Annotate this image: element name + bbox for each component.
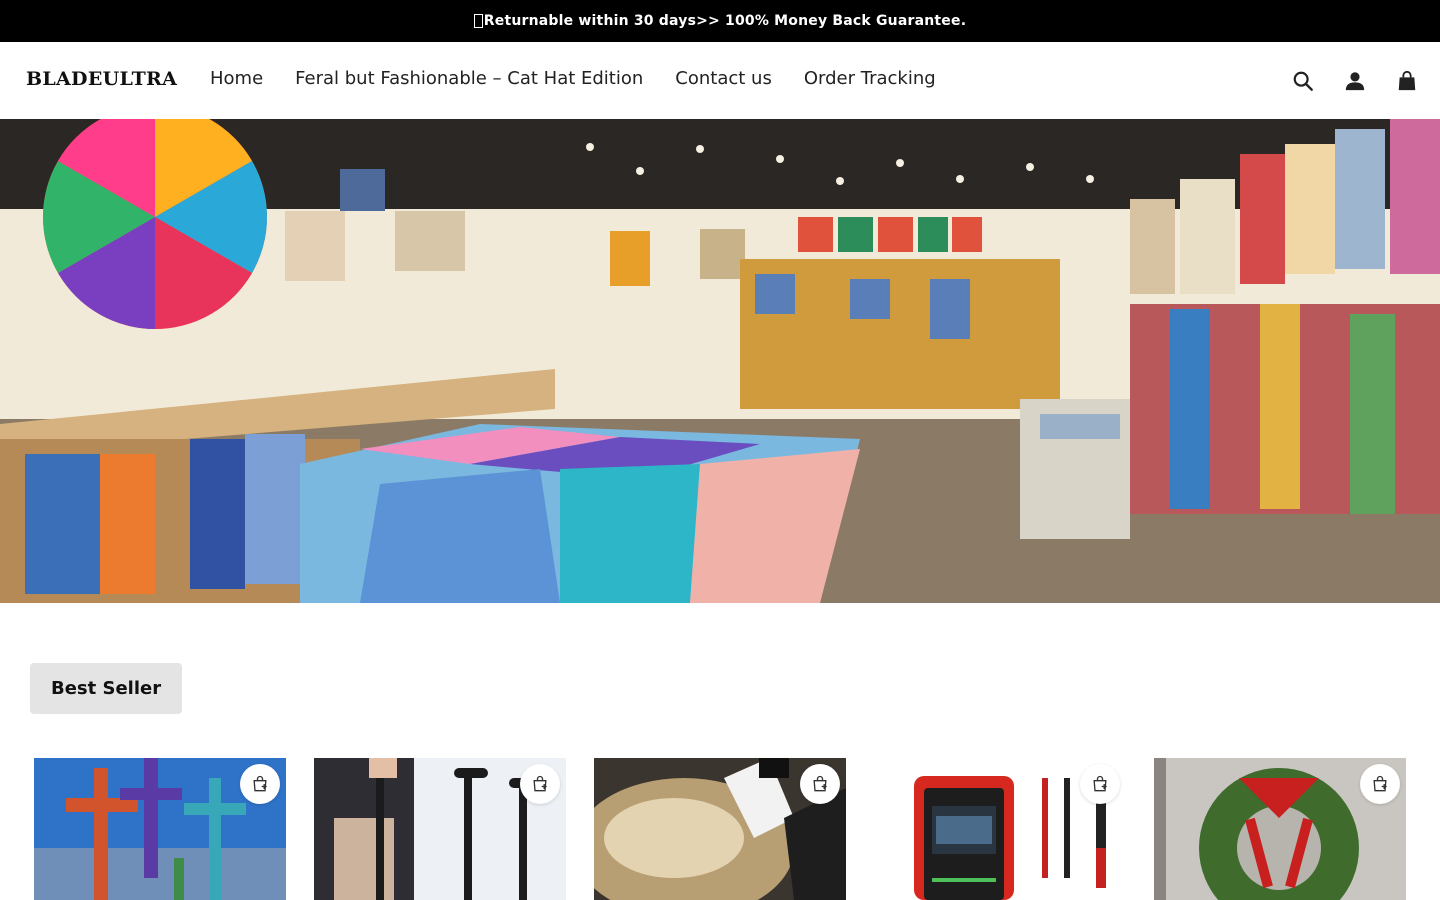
add-to-cart-icon xyxy=(253,775,267,792)
account-icon[interactable] xyxy=(1344,70,1366,92)
add-to-cart-button[interactable] xyxy=(240,764,280,804)
main-navigation: Home Feral but Fashionable – Cat Hat Edi… xyxy=(210,68,936,89)
product-card[interactable] xyxy=(874,758,1126,900)
product-card[interactable] xyxy=(314,758,566,900)
nav-cat-hat-edition[interactable]: Feral but Fashionable – Cat Hat Edition xyxy=(295,68,643,89)
site-logo[interactable]: BLADEULTRA xyxy=(26,68,177,90)
best-seller-grid xyxy=(34,758,1406,900)
shopping-bag-icon[interactable] xyxy=(1396,70,1418,92)
site-header: BLADEULTRA Home Feral but Fashionable – … xyxy=(0,42,1440,119)
emoji-glyph-icon xyxy=(473,14,483,28)
product-card[interactable] xyxy=(594,758,846,900)
announcement-bar: Returnable within 30 days>> 100% Money B… xyxy=(0,0,1440,42)
product-card[interactable] xyxy=(1154,758,1406,900)
product-card[interactable] xyxy=(34,758,286,900)
hero-quilt-shop-image xyxy=(0,119,1440,603)
nav-order-tracking[interactable]: Order Tracking xyxy=(804,68,936,89)
add-to-cart-icon xyxy=(533,775,547,792)
add-to-cart-button[interactable] xyxy=(1080,764,1120,804)
nav-home[interactable]: Home xyxy=(210,68,263,89)
add-to-cart-icon xyxy=(813,775,827,792)
nav-contact-us[interactable]: Contact us xyxy=(675,68,772,89)
hero-banner[interactable] xyxy=(0,119,1440,603)
add-to-cart-icon xyxy=(1093,775,1107,792)
search-icon[interactable] xyxy=(1292,70,1314,92)
header-actions xyxy=(1292,70,1418,92)
best-seller-heading: Best Seller xyxy=(30,663,183,714)
add-to-cart-icon xyxy=(1373,775,1387,792)
announcement-text: Returnable within 30 days>> 100% Money B… xyxy=(483,13,967,29)
add-to-cart-button[interactable] xyxy=(520,764,560,804)
add-to-cart-button[interactable] xyxy=(1360,764,1400,804)
add-to-cart-button[interactable] xyxy=(800,764,840,804)
